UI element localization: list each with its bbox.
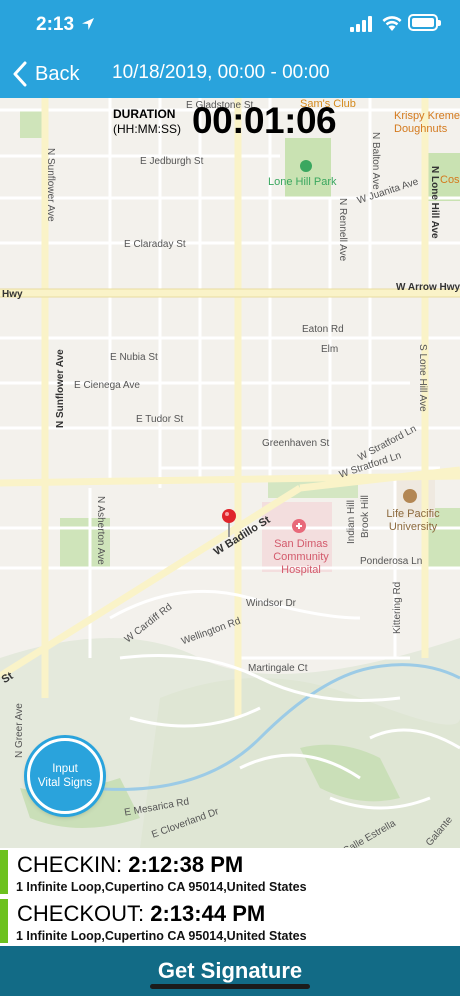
status-time: 2:13 [36, 14, 75, 35]
street-label: Greenhaven St [262, 438, 330, 449]
checkout-row: CHECKOUT: 2:13:44 PM 1 Infinite Loop,Cup… [0, 899, 460, 947]
checkin-label: CHECKIN: [17, 852, 123, 877]
input-vital-signs-button[interactable]: Input Vital Signs [27, 738, 103, 814]
street-label: W Arrow Hwy [396, 282, 460, 293]
duration-value: 00:01:06 [192, 100, 337, 141]
street-label: E Claraday St [124, 239, 186, 250]
street-label: Martingale Ct [248, 663, 308, 674]
duration-label: DURATION [113, 107, 176, 121]
street-label: Indian Hill [346, 500, 357, 544]
street-label: N Greer Ave [14, 703, 25, 758]
location-arrow-icon [82, 18, 94, 30]
street-label: N Balton Ave [370, 132, 381, 190]
battery-icon [408, 14, 441, 31]
street-label: N Sunflower Ave [55, 349, 66, 428]
checkin-checkout-panel: CHECKIN: 2:12:38 PM 1 Infinite Loop,Cupe… [0, 848, 460, 946]
street-label: E Nubia St [110, 352, 158, 363]
checkout-title: CHECKOUT: 2:13:44 PM [17, 901, 265, 927]
checkin-row: CHECKIN: 2:12:38 PM 1 Infinite Loop,Cupe… [0, 850, 460, 898]
wifi-icon [382, 16, 402, 31]
street-label: N Asherton Ave [95, 496, 106, 565]
street-label: E Jedburgh St [140, 156, 204, 167]
poi-label: Krispy Kreme Doughnuts [394, 110, 460, 135]
checkin-indicator [0, 850, 8, 894]
checkout-address: 1 Infinite Loop,Cupertino CA 95014,Unite… [16, 929, 307, 943]
poi-label: Cos [440, 174, 460, 186]
street-label: Brook Hill [360, 495, 371, 538]
vital-signs-line1: Input [52, 763, 78, 775]
street-label: S Lone Hill Ave [417, 344, 428, 412]
map-pin-icon[interactable] [220, 508, 238, 538]
duration-format: (HH:MM:SS) [113, 122, 181, 136]
poi-label: Lone Hill Park [268, 176, 337, 188]
poi-label: San Dimas Community Hospital [273, 538, 329, 576]
street-label: Elm [321, 344, 339, 355]
street-label: Ponderosa Ln [360, 556, 423, 567]
street-label: N Rennell Ave [337, 198, 348, 262]
top-bar: 2:13 Back 10/18/2019, 00:00 - 00:00 [0, 0, 460, 98]
back-label: Back [35, 62, 80, 85]
cellular-signal-icon [350, 16, 372, 32]
street-label: Windsor Dr [246, 598, 297, 609]
map-background [0, 98, 460, 848]
checkout-time: 2:13:44 PM [150, 901, 266, 926]
checkout-indicator [0, 899, 8, 943]
back-button[interactable]: Back [12, 58, 79, 90]
checkout-label: CHECKOUT: [17, 901, 145, 926]
checkin-address: 1 Infinite Loop,Cupertino CA 95014,Unite… [16, 880, 307, 894]
street-label: E Cienega Ave [74, 380, 140, 391]
street-label: Kittering Rd [392, 581, 403, 634]
nav-title: 10/18/2019, 00:00 - 00:00 [112, 62, 330, 83]
checkin-title: CHECKIN: 2:12:38 PM [17, 852, 243, 878]
home-indicator[interactable] [150, 984, 310, 989]
status-bar: 2:13 [0, 0, 460, 50]
poi-label: Life Pacific University [386, 508, 440, 533]
street-label: E Tudor St [136, 414, 184, 425]
checkin-time: 2:12:38 PM [128, 852, 244, 877]
map-view[interactable]: E Gladstone St E Jedburgh St E Claraday … [0, 98, 460, 848]
chevron-left-icon [13, 61, 27, 87]
street-label: Hwy [2, 289, 23, 300]
street-label: Eaton Rd [302, 324, 344, 335]
street-label: N Sunflower Ave [45, 148, 56, 222]
street-label: N Lone Hill Ave [429, 166, 440, 239]
vital-signs-line2: Vital Signs [37, 777, 93, 789]
